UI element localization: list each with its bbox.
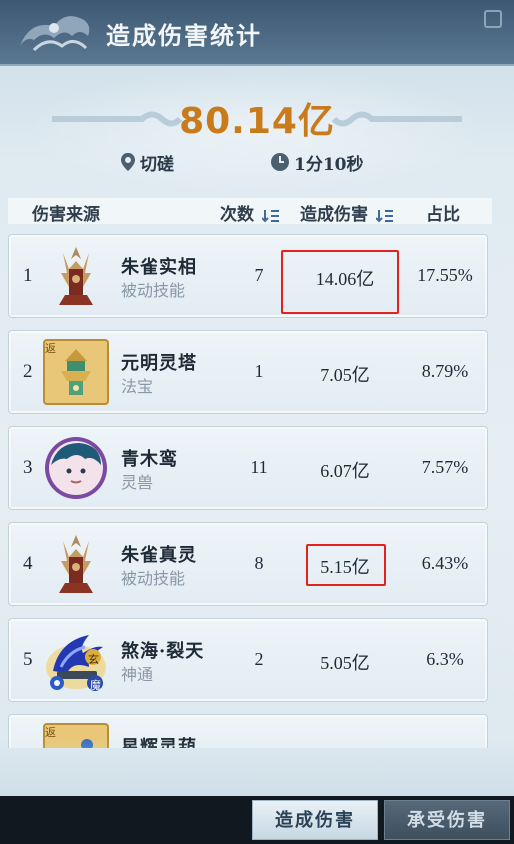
row-type: 法宝 bbox=[121, 377, 154, 396]
row-count: 1 bbox=[254, 361, 264, 381]
row-ratio: 17.55% bbox=[417, 265, 473, 285]
row-ratio: 6.43% bbox=[421, 553, 469, 573]
sort-icon bbox=[375, 209, 393, 222]
row-type: 神通 bbox=[121, 665, 154, 684]
return-badge: 返 bbox=[45, 726, 56, 739]
damage-list[interactable]: 1 朱雀实相 被动技能 7 14.06亿 17.55% 2 返 元明灵塔 法宝 … bbox=[8, 234, 492, 748]
sort-icon bbox=[261, 209, 279, 222]
table-row[interactable]: 3 青木鸾 灵兽 11 6.07亿 7.57% bbox=[8, 426, 488, 510]
window-title: 造成伤害统计 bbox=[106, 21, 262, 50]
target-info: 切磋 bbox=[120, 150, 174, 175]
location-pin-icon bbox=[121, 153, 135, 171]
row-rank: 4 bbox=[23, 553, 33, 574]
total-damage: 80.14亿 bbox=[179, 101, 335, 142]
header-count: 次数 bbox=[220, 205, 254, 225]
xuan-badge: 玄 bbox=[88, 653, 99, 666]
mo-badge: 魔 bbox=[90, 679, 101, 692]
cloud-emblem-icon bbox=[20, 16, 90, 52]
target-label: 切磋 bbox=[140, 154, 174, 175]
row-type: 被动技能 bbox=[121, 281, 186, 300]
header-ratio: 占比 bbox=[426, 205, 460, 225]
row-damage: 6.07亿 bbox=[320, 461, 370, 481]
damage-stats-panel: 造成伤害统计 80.14亿 切磋 1分10秒 伤害来源 次数 造成伤害 占比 1… bbox=[0, 0, 514, 800]
table-row[interactable]: 2 返 元明灵塔 法宝 1 7.05亿 8.79% bbox=[8, 330, 488, 414]
row-ratio: 7.57% bbox=[421, 457, 469, 477]
row-damage: 5.05亿 bbox=[320, 653, 370, 673]
table-row[interactable]: 4 朱雀真灵 被动技能 8 5.15亿 6.43% bbox=[8, 522, 488, 606]
tab-damage-taken[interactable]: 承受伤害 bbox=[384, 800, 510, 840]
return-badge: 返 bbox=[45, 342, 56, 355]
row-name: 元明灵塔 bbox=[121, 353, 197, 374]
vermilion-bird-statue-icon bbox=[59, 535, 93, 593]
highlight-box bbox=[306, 544, 386, 586]
header-damage: 造成伤害 bbox=[300, 205, 368, 225]
row-name: 朱雀真灵 bbox=[121, 545, 197, 566]
row-damage: 7.05亿 bbox=[320, 365, 370, 385]
row-rank: 1 bbox=[23, 265, 33, 286]
row-type: 被动技能 bbox=[121, 569, 186, 588]
header-damage-group[interactable]: 造成伤害 bbox=[300, 200, 394, 225]
row-count: 11 bbox=[250, 457, 268, 477]
header-count-group[interactable]: 次数 bbox=[220, 200, 280, 225]
table-header: 伤害来源 次数 造成伤害 占比 bbox=[8, 198, 492, 225]
clock-icon bbox=[271, 153, 289, 171]
table-row[interactable]: 1 朱雀实相 被动技能 7 14.06亿 17.55% bbox=[8, 234, 488, 318]
row-rank: 3 bbox=[23, 457, 33, 478]
row-name: 青木鸾 bbox=[121, 449, 178, 470]
row-count: 2 bbox=[254, 649, 264, 669]
duration-label: 1分10秒 bbox=[294, 154, 364, 175]
row-ratio: 8.79% bbox=[421, 361, 469, 381]
time-info: 1分10秒 bbox=[270, 150, 364, 175]
table-row[interactable]: 5 玄 魔 煞海·裂天 神通 2 5.05亿 6.3% bbox=[8, 618, 488, 702]
row-count: 7 bbox=[254, 265, 264, 285]
row-name: 煞海·裂天 bbox=[121, 641, 205, 662]
row-ratio: 6.3% bbox=[426, 649, 464, 669]
row-rank: 5 bbox=[23, 649, 33, 670]
row-name: 朱雀实相 bbox=[121, 257, 197, 278]
tab-damage-dealt[interactable]: 造成伤害 bbox=[252, 800, 378, 840]
azure-phoenix-avatar-icon bbox=[45, 437, 107, 499]
row-type: 灵兽 bbox=[121, 473, 154, 492]
close-button[interactable] bbox=[484, 10, 502, 28]
header-source: 伤害来源 bbox=[32, 205, 100, 225]
highlight-box bbox=[281, 250, 399, 314]
row-count: 8 bbox=[254, 553, 264, 573]
vermilion-bird-statue-icon bbox=[59, 247, 93, 305]
row-rank: 2 bbox=[23, 361, 33, 382]
list-fade bbox=[0, 740, 514, 800]
title-bar: 造成伤害统计 bbox=[0, 0, 514, 66]
